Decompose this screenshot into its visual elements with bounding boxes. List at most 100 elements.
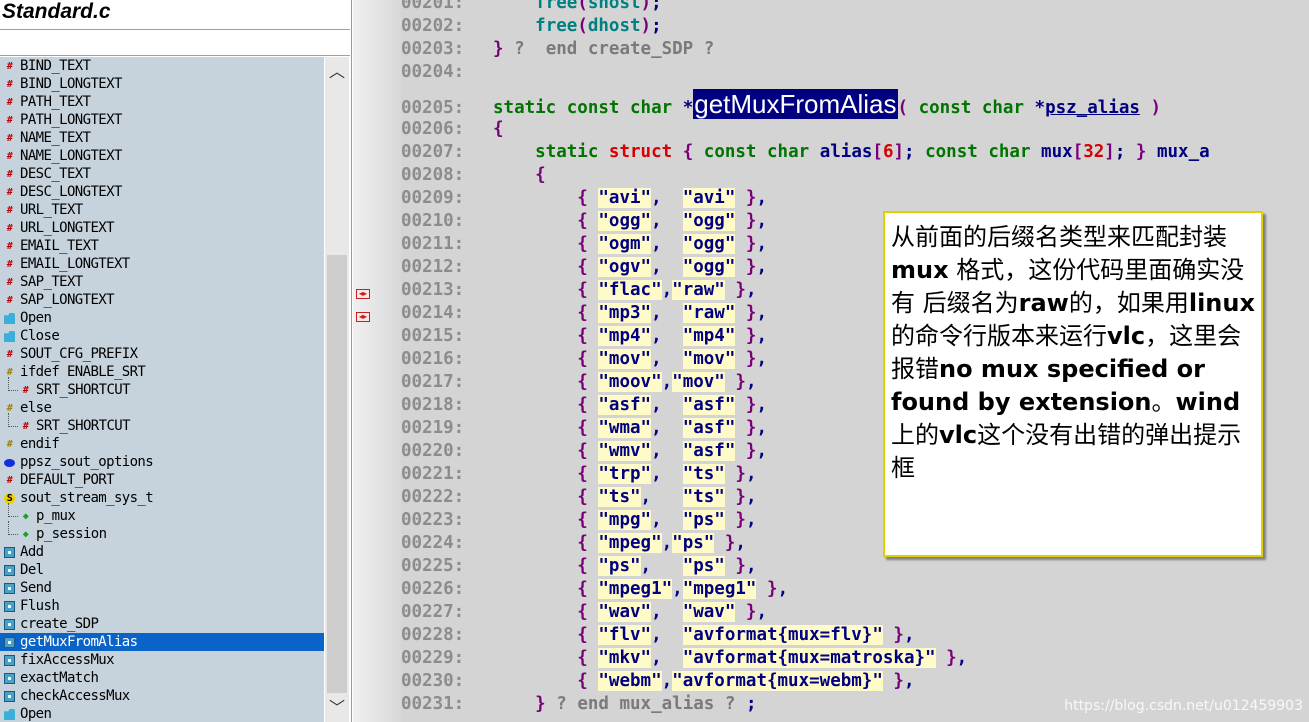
code-line[interactable]: 00215: { "mp4", "mp4" }, — [401, 325, 767, 348]
editor-gutter[interactable]: ◂▸ ◂▸ — [353, 0, 401, 722]
symbol-item[interactable]: # BIND_TEXT — [0, 57, 324, 75]
symbol-label: ppsz_sout_options — [20, 454, 154, 470]
bookmark-icon[interactable]: ◂▸ — [356, 312, 370, 322]
symbol-item[interactable]: create_SDP — [0, 615, 324, 633]
symbol-item[interactable]: # else — [0, 399, 324, 417]
scroll-up-arrow-icon[interactable]: ︿ — [325, 57, 349, 87]
code-line[interactable]: 00213: { "flac","raw" }, — [401, 279, 756, 302]
symbol-item[interactable]: checkAccessMux — [0, 687, 324, 705]
code-line[interactable]: 00217: { "moov","mov" }, — [401, 371, 756, 394]
code-line[interactable]: 00211: { "ogm", "ogg" }, — [401, 233, 767, 256]
symbol-item[interactable]: # EMAIL_LONGTEXT — [0, 255, 324, 273]
code-line[interactable]: 00207: static struct { const char alias[… — [401, 141, 1210, 164]
symbol-label: NAME_TEXT — [20, 130, 91, 146]
code-line[interactable]: 00209: { "avi", "avi" }, — [401, 187, 767, 210]
code-line[interactable]: 00228: { "flv", "avformat{mux=flv}" }, — [401, 624, 915, 647]
symbol-item[interactable]: # DESC_LONGTEXT — [0, 183, 324, 201]
function-icon — [4, 583, 15, 594]
code-line[interactable]: 00214: { "mp3", "raw" }, — [401, 302, 767, 325]
symbol-item[interactable]: # endif — [0, 435, 324, 453]
symbol-item[interactable]: ◆ p_session — [0, 521, 324, 543]
code-line[interactable]: 00202: free(dhost); — [401, 15, 662, 38]
code-line[interactable]: 00227: { "wav", "wav" }, — [401, 601, 767, 624]
symbol-item[interactable]: # SAP_TEXT — [0, 273, 324, 291]
code-line[interactable]: 00218: { "asf", "asf" }, — [401, 394, 767, 417]
symbol-label: else — [20, 400, 52, 416]
code-line[interactable]: 00226: { "mpeg1","mpeg1" }, — [401, 578, 788, 601]
code-line[interactable]: 00208: { — [401, 164, 546, 187]
symbol-label: NAME_LONGTEXT — [20, 148, 122, 164]
code-line[interactable]: 00222: { "ts", "ts" }, — [401, 486, 757, 509]
symbol-item[interactable]: # NAME_LONGTEXT — [0, 147, 324, 165]
annotation-callout: 从前面的后缀名类型来匹配封装mux 格式，这份代码里面确实没有 后缀名为raw的… — [883, 211, 1263, 557]
symbol-item[interactable]: # PATH_TEXT — [0, 93, 324, 111]
code-line[interactable]: 00230: { "webm","avformat{mux=webm}" }, — [401, 670, 915, 693]
symbol-label: BIND_LONGTEXT — [20, 76, 122, 92]
symbol-item[interactable]: Open — [0, 705, 324, 722]
symbol-item[interactable]: exactMatch — [0, 669, 324, 687]
symbol-item[interactable]: Close — [0, 327, 324, 345]
symbol-label: SRT_SHORTCUT — [36, 418, 131, 434]
code-line[interactable]: 00220: { "wmv", "asf" }, — [401, 440, 767, 463]
tree-connector — [8, 377, 9, 391]
tree-connector — [8, 534, 18, 535]
code-line[interactable]: 00231: } ? end mux_alias ? ; — [401, 693, 756, 716]
code-line[interactable]: 00212: { "ogv", "ogg" }, — [401, 256, 767, 279]
symbol-item[interactable]: Send — [0, 579, 324, 597]
symbol-label: fixAccessMux — [20, 652, 115, 668]
symbol-item[interactable]: # BIND_LONGTEXT — [0, 75, 324, 93]
symbol-item[interactable]: Ssout_stream_sys_t — [0, 489, 324, 507]
symbol-label: Open — [20, 310, 52, 326]
symbol-item[interactable]: # URL_TEXT — [0, 201, 324, 219]
symbol-item[interactable]: # URL_LONGTEXT — [0, 219, 324, 237]
code-line[interactable]: 00205: static const char *getMuxFromAlias… — [401, 89, 1161, 119]
symbol-item[interactable]: # NAME_TEXT — [0, 129, 324, 147]
code-line[interactable]: 00224: { "mpeg","ps" }, — [401, 532, 746, 555]
symbol-item[interactable]: getMuxFromAlias — [0, 633, 324, 651]
bookmark-icon[interactable]: ◂▸ — [356, 289, 370, 299]
symbol-item[interactable]: # SRT_SHORTCUT — [0, 413, 324, 435]
define-icon: # — [6, 475, 13, 486]
code-line[interactable]: 00204: — [401, 61, 493, 84]
code-line[interactable]: 00223: { "mpg", "ps" }, — [401, 509, 756, 532]
symbol-item[interactable]: Flush — [0, 597, 324, 615]
symbol-item[interactable]: # EMAIL_TEXT — [0, 237, 324, 255]
symbol-list[interactable]: # BIND_TEXT # BIND_LONGTEXT # PATH_TEXT # PATH_… — [0, 57, 324, 722]
symbol-label: SAP_TEXT — [20, 274, 83, 290]
symbol-item[interactable]: # DEFAULT_PORT — [0, 471, 324, 489]
line-number: 00202: — [401, 16, 465, 36]
line-number: 00229: — [401, 648, 465, 668]
symbol-item[interactable]: # SAP_LONGTEXT — [0, 291, 324, 309]
symbol-item[interactable]: Add — [0, 543, 324, 561]
code-line[interactable]: 00219: { "wma", "asf" }, — [401, 417, 767, 440]
scroll-down-arrow-icon[interactable]: ﹀ — [325, 694, 349, 722]
line-number: 00207: — [401, 142, 465, 162]
code-line[interactable]: 00229: { "mkv", "avformat{mux=matroska}"… — [401, 647, 967, 670]
line-number: 00228: — [401, 625, 465, 645]
symbol-label: Add — [20, 544, 44, 560]
define-icon: # — [6, 115, 13, 126]
scroll-thumb[interactable] — [327, 255, 347, 693]
symbol-item[interactable]: # ifdef ENABLE_SRT — [0, 363, 324, 381]
symbol-item[interactable]: # PATH_LONGTEXT — [0, 111, 324, 129]
symbol-item[interactable]: Del — [0, 561, 324, 579]
symbol-item[interactable]: ppsz_sout_options — [0, 453, 324, 471]
code-line[interactable]: 00210: { "ogg", "ogg" }, — [401, 210, 767, 233]
code-line[interactable]: 00216: { "mov", "mov" }, — [401, 348, 767, 371]
symbol-item[interactable]: # SOUT_CFG_PREFIX — [0, 345, 324, 363]
symbol-label: getMuxFromAlias — [20, 634, 138, 650]
symbol-item[interactable]: # SRT_SHORTCUT — [0, 377, 324, 399]
code-line[interactable]: 00206:{ — [401, 118, 504, 141]
symbol-label: URL_LONGTEXT — [20, 220, 115, 236]
define-icon: # — [6, 169, 13, 180]
code-line[interactable]: 00221: { "trp", "ts" }, — [401, 463, 756, 486]
symbol-item[interactable]: # DESC_TEXT — [0, 165, 324, 183]
symbol-label: PATH_TEXT — [20, 94, 91, 110]
symbol-item[interactable]: Open — [0, 309, 324, 327]
symbol-item[interactable]: fixAccessMux — [0, 651, 324, 669]
code-line[interactable]: 00225: { "ps", "ps" }, — [401, 555, 757, 578]
symbol-item[interactable]: ◆ p_mux — [0, 503, 324, 525]
code-line[interactable]: 00201: free(shost); — [401, 0, 662, 15]
symbol-list-scrollbar[interactable]: ︿ ﹀ — [325, 57, 349, 722]
code-line[interactable]: 00203:} ? end create_SDP ? — [401, 38, 714, 61]
